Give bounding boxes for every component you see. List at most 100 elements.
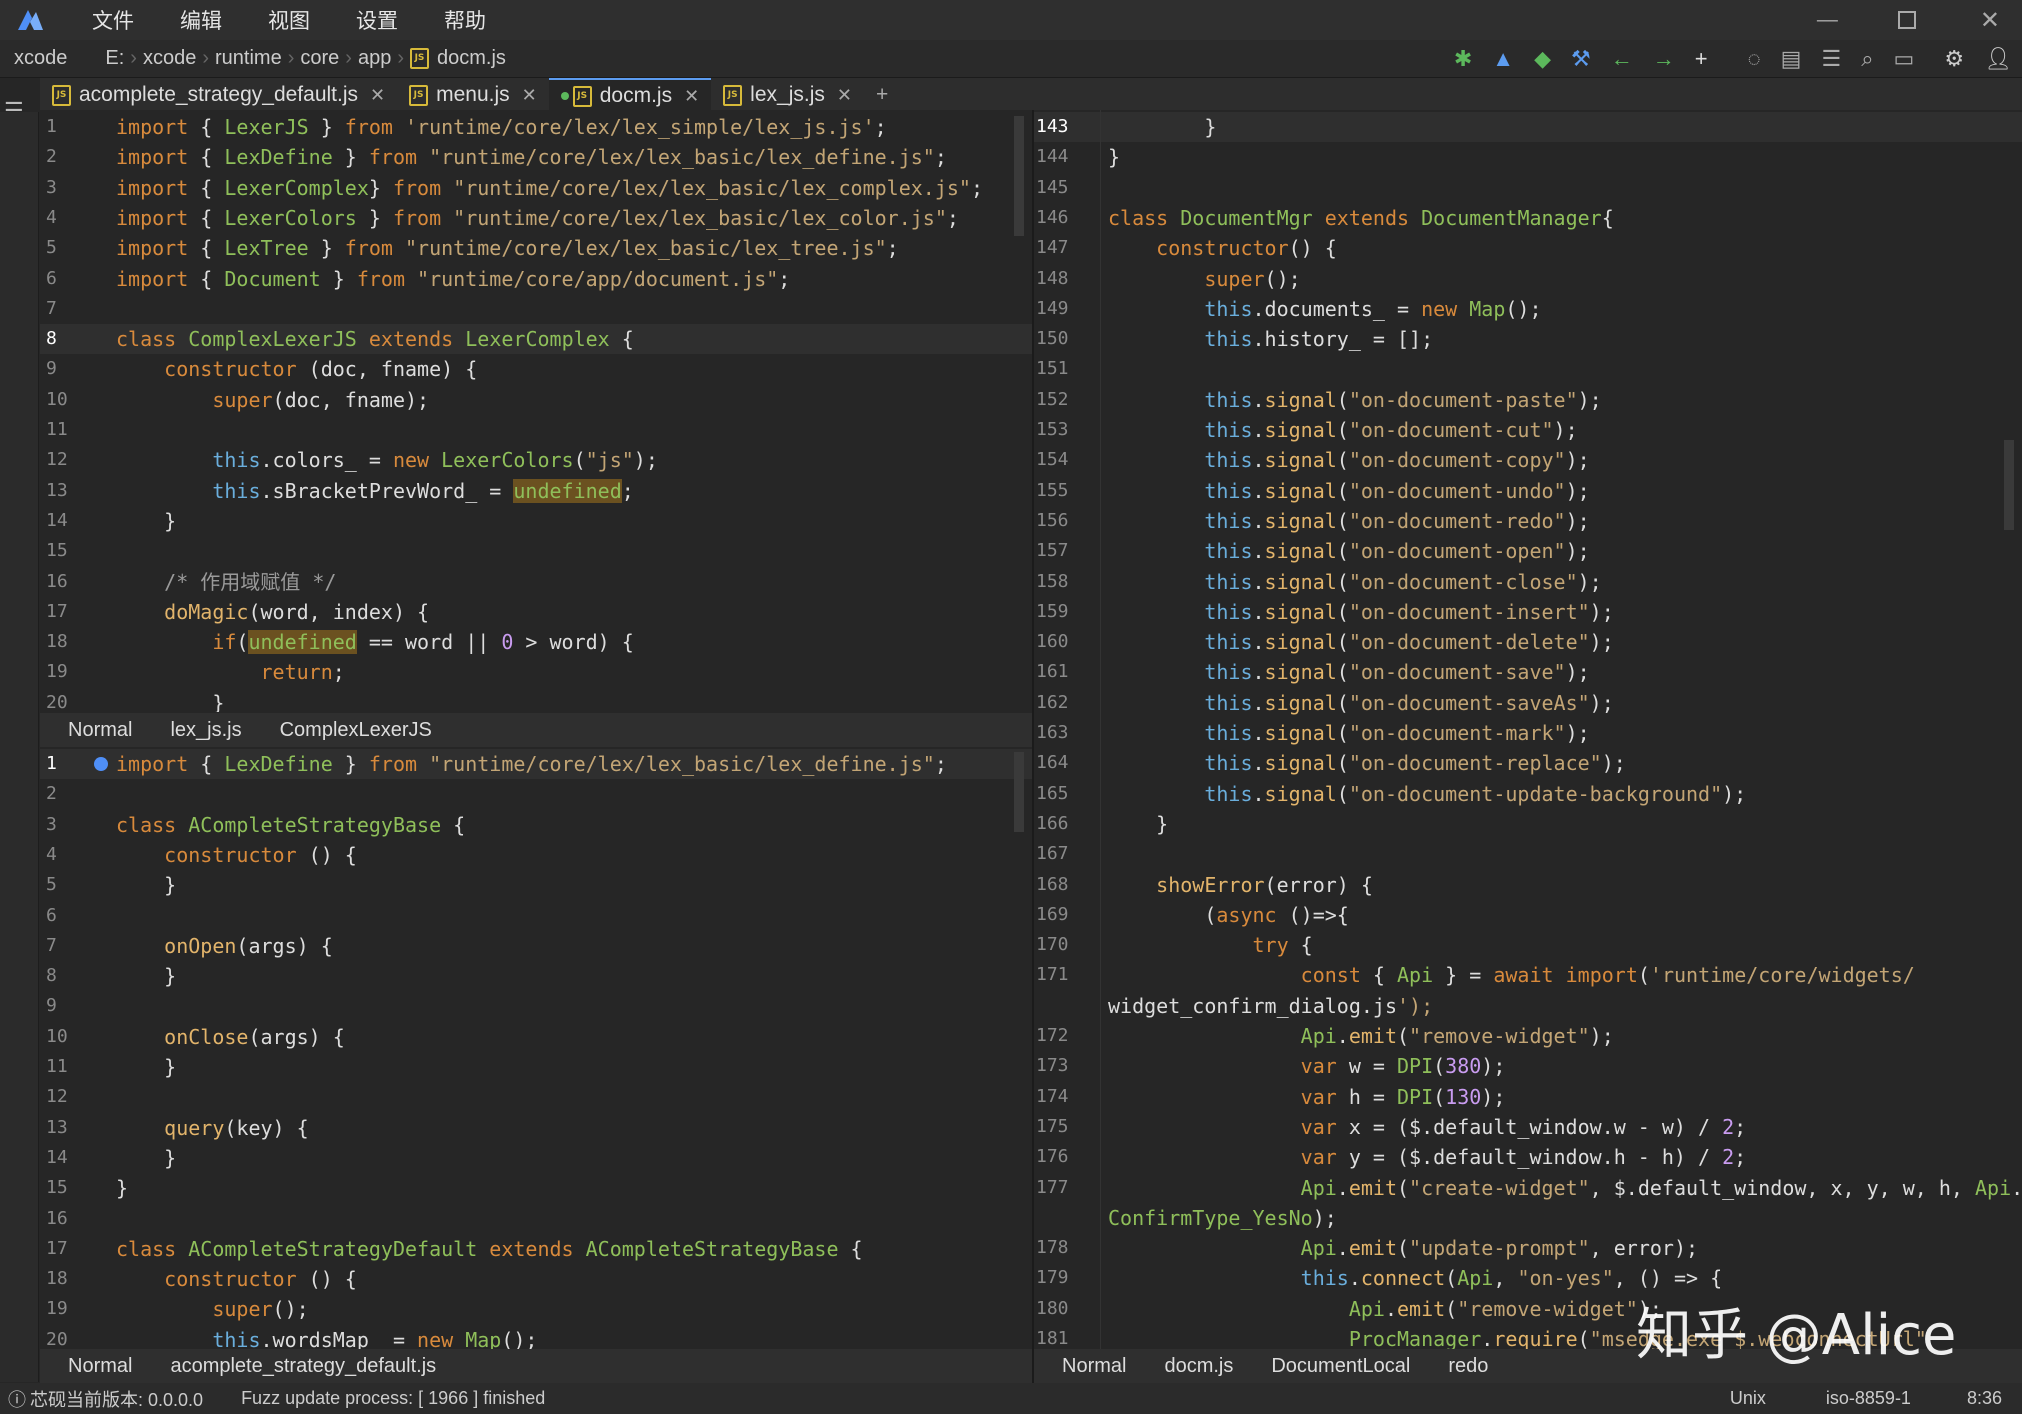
document-search-icon[interactable]: ▤ (1781, 46, 1802, 72)
code-line[interactable]: 20 this.wordsMap_ = new Map(); (40, 1325, 1032, 1349)
code-line[interactable]: 163 this.signal("on-document-mark"); (1034, 718, 2022, 748)
code-line[interactable]: 148 super(); (1034, 264, 2022, 294)
menu-view[interactable]: 视图 (268, 5, 310, 35)
bug-icon[interactable]: ✱ (1454, 46, 1472, 72)
code-line[interactable]: 15} (40, 1173, 1032, 1203)
code-line[interactable]: 18 if(undefined == word || 0 > word) { (40, 627, 1032, 657)
code-line[interactable]: 160 this.signal("on-document-delete"); (1034, 627, 2022, 657)
code-line[interactable]: 14 } (40, 506, 1032, 536)
scrollbar-thumb[interactable] (2004, 440, 2014, 530)
code-line[interactable]: 173 var w = DPI(380); (1034, 1051, 2022, 1081)
code-line[interactable]: 147 constructor() { (1034, 233, 2022, 263)
code-line[interactable]: 8 } (40, 961, 1032, 991)
close-tab-icon[interactable]: ✕ (837, 85, 852, 106)
breadcrumb-item[interactable]: xcode (143, 47, 196, 70)
breadcrumb-item[interactable]: app (358, 47, 391, 70)
close-tab-icon[interactable]: ✕ (370, 85, 385, 106)
code-line[interactable]: 159 this.signal("on-document-insert"); (1034, 597, 2022, 627)
menu-help[interactable]: 帮助 (444, 5, 486, 35)
plus-icon[interactable]: + (1695, 46, 1708, 72)
code-line[interactable]: 157 this.signal("on-document-open"); (1034, 536, 2022, 566)
code-line[interactable]: 5 } (40, 870, 1032, 900)
editor-pane-bottom-left[interactable]: 1 import { LexDefine } from "runtime/core… (40, 747, 1032, 1349)
menu-edit[interactable]: 编辑 (180, 5, 222, 35)
code-line[interactable]: 153 this.signal("on-document-cut"); (1034, 415, 2022, 445)
code-line[interactable]: widget_confirm_dialog.js'); (1034, 991, 2022, 1021)
arrow-left-icon[interactable]: ← (1611, 46, 1633, 72)
close-tab-icon[interactable]: ✕ (522, 85, 537, 106)
close-window-icon[interactable]: ✕ (1980, 6, 2000, 35)
breadcrumb-item[interactable]: runtime (215, 47, 282, 70)
code-line[interactable]: 7 (40, 294, 1032, 324)
code-line[interactable]: 175 var x = ($.default_window.w - w) / 2… (1034, 1112, 2022, 1142)
code-line[interactable]: 144} (1034, 142, 2022, 172)
code-line[interactable]: 170 try { (1034, 930, 2022, 960)
code-line[interactable]: 143 } (1034, 112, 2022, 142)
encoding-indicator[interactable]: iso-8859-1 (1826, 1388, 1911, 1409)
code-line[interactable]: 6 import { Document } from "runtime/core/… (40, 264, 1032, 294)
tab-docm[interactable]: JS docm.js ✕ (548, 78, 712, 112)
code-line[interactable]: 151 (1034, 354, 2022, 384)
code-line[interactable]: 1 import { LexerJS } from 'runtime/core/l… (40, 112, 1032, 142)
code-line[interactable]: 145 (1034, 173, 2022, 203)
code-line[interactable]: 7 onOpen(args) { (40, 931, 1032, 961)
code-line[interactable]: 169 (async ()=>{ (1034, 900, 2022, 930)
code-line[interactable]: 155 this.signal("on-document-undo"); (1034, 476, 2022, 506)
code-line[interactable]: 18 constructor () { (40, 1264, 1032, 1294)
tab-lex-js[interactable]: JS lex_js.js ✕ (711, 78, 864, 112)
code-line[interactable]: 2 import { LexDefine } from "runtime/core… (40, 142, 1032, 172)
code-line[interactable]: 10 super(doc, fname); (40, 385, 1032, 415)
code-line[interactable]: 156 this.signal("on-document-redo"); (1034, 506, 2022, 536)
close-tab-icon[interactable]: ✕ (684, 86, 699, 107)
code-line[interactable]: ConfirmType_YesNo); (1034, 1203, 2022, 1233)
code-line[interactable]: 1 import { LexDefine } from "runtime/core… (40, 749, 1032, 779)
build-icon[interactable]: ▲ (1492, 46, 1514, 72)
code-line[interactable]: 164 this.signal("on-document-replace"); (1034, 748, 2022, 778)
code-line[interactable]: 20 } (40, 688, 1032, 712)
scrollbar-thumb[interactable] (1014, 116, 1024, 236)
menu-file[interactable]: 文件 (92, 5, 134, 35)
code-line[interactable]: 152 this.signal("on-document-paste"); (1034, 385, 2022, 415)
code-line[interactable]: 10 onClose(args) { (40, 1022, 1032, 1052)
code-line[interactable]: 11 (40, 415, 1032, 445)
breadcrumb-item[interactable]: core (300, 47, 339, 70)
breadcrumb-item[interactable]: E: (105, 47, 124, 70)
code-line[interactable]: 4 import { LexerColors } from "runtime/co… (40, 203, 1032, 233)
breadcrumb-item[interactable]: docm.js (437, 47, 506, 70)
status-file[interactable]: acomplete_strategy_default.js (170, 1355, 436, 1378)
code-line[interactable]: 9 (40, 991, 1032, 1021)
editor-pane-top-left[interactable]: 1 import { LexerJS } from 'runtime/core/l… (40, 110, 1032, 712)
code-line[interactable]: 16 /* 作用域赋值 */ (40, 567, 1032, 597)
code-line[interactable]: 162 this.signal("on-document-saveAs"); (1034, 688, 2022, 718)
code-line[interactable]: 19 return; (40, 657, 1032, 687)
hammer-icon[interactable]: ⚒ (1571, 46, 1591, 72)
code-line[interactable]: 13 query(key) { (40, 1113, 1032, 1143)
status-file[interactable]: docm.js (1164, 1355, 1233, 1378)
tab-acomplete-strategy[interactable]: JS acomplete_strategy_default.js ✕ (40, 78, 397, 112)
code-line[interactable]: 9 constructor (doc, fname) { (40, 354, 1032, 384)
code-line[interactable]: 4 constructor () { (40, 840, 1032, 870)
eraser-icon[interactable]: ◆ (1534, 46, 1551, 72)
minimize-icon[interactable]: — (1817, 8, 1838, 32)
code-line[interactable]: 165 this.signal("on-document-update-back… (1034, 779, 2022, 809)
status-function[interactable]: redo (1448, 1355, 1488, 1378)
status-file[interactable]: lex_js.js (170, 719, 241, 742)
code-line[interactable]: 176 var y = ($.default_window.h - h) / 2… (1034, 1142, 2022, 1172)
code-line[interactable]: 171 const { Api } = await import('runtim… (1034, 960, 2022, 990)
list-icon[interactable]: ☰ (1821, 46, 1841, 72)
maximize-icon[interactable] (1897, 11, 1916, 29)
code-line[interactable]: 15 (40, 536, 1032, 566)
code-line[interactable]: 154 this.signal("on-document-copy"); (1034, 445, 2022, 475)
code-line[interactable]: 177 Api.emit("create-widget", $.default_… (1034, 1173, 2022, 1203)
gear-icon[interactable]: ⚙ (1944, 46, 1964, 72)
user-icon[interactable]: 👤︎ (1984, 46, 2012, 72)
code-line[interactable]: 17 doMagic(word, index) { (40, 597, 1032, 627)
code-line[interactable]: 13 this.sBracketPrevWord_ = undefined; (40, 476, 1032, 506)
breadcrumb-item[interactable]: xcode (14, 47, 67, 70)
spinner-icon[interactable]: ◌ (1748, 46, 1761, 72)
breakpoint-icon[interactable] (94, 757, 108, 771)
new-tab-button[interactable]: + (864, 78, 900, 112)
scrollbar-thumb[interactable] (1014, 752, 1024, 832)
find-in-files-icon[interactable]: ⌕ (1861, 46, 1873, 72)
status-context[interactable]: ComplexLexerJS (280, 719, 432, 742)
